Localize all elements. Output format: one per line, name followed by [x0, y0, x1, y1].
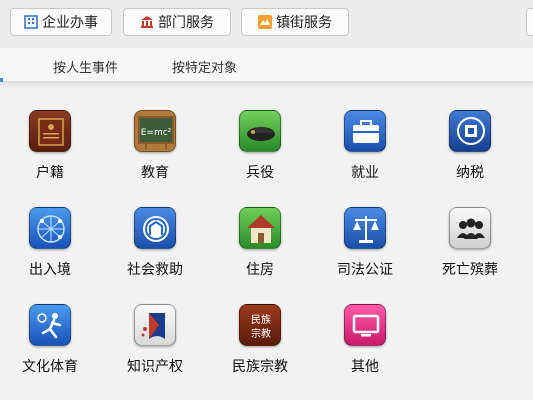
service-item-ethnic-religion[interactable]: 民族 宗教 民族宗教 [210, 304, 310, 384]
town-services-label: 镇街服务 [276, 15, 332, 31]
intellectual-property-icon [134, 304, 176, 346]
service-item-employment[interactable]: 就业 [315, 110, 415, 190]
service-label: 民族宗教 [232, 359, 288, 375]
ethnic-religion-icon: 民族 宗教 [239, 304, 281, 346]
household-register-icon [29, 110, 71, 152]
service-label: 出入境 [29, 262, 71, 278]
monitor-icon [344, 304, 386, 346]
briefcase-icon [344, 110, 386, 152]
service-item-household[interactable]: 户籍 [0, 110, 100, 190]
building-icon [24, 15, 38, 29]
enterprise-affairs-button[interactable]: 企业办事 [10, 8, 112, 36]
top-toolbar: 企业办事 部门服务 镇街服务 [0, 0, 533, 48]
service-label: 知识产权 [127, 359, 183, 375]
service-label: 文化体育 [22, 359, 78, 375]
service-item-housing[interactable]: 住房 [210, 207, 310, 287]
tab-specific-groups[interactable]: 按特定对象 [172, 57, 237, 76]
service-item-immigration[interactable]: 出入境 [0, 207, 100, 287]
ethnic-icon-text-bottom: 宗教 [251, 327, 271, 340]
more-button[interactable] [526, 8, 533, 36]
service-item-culture-sports[interactable]: 文化体育 [0, 304, 100, 384]
military-beret-icon [239, 110, 281, 152]
sport-icon [29, 304, 71, 346]
service-label: 住房 [246, 262, 274, 278]
social-aid-icon [134, 207, 176, 249]
town-services-button[interactable]: 镇街服务 [241, 8, 349, 36]
service-item-ip[interactable]: 知识产权 [105, 304, 205, 384]
divider [0, 82, 533, 88]
service-item-funeral[interactable]: 死亡殡葬 [420, 207, 520, 287]
service-item-judicial[interactable]: 司法公证 [315, 207, 415, 287]
service-label: 兵役 [246, 165, 274, 181]
tab-life-events[interactable]: 按人生事件 [53, 57, 118, 76]
service-item-social-aid[interactable]: 社会救助 [105, 207, 205, 287]
department-services-button[interactable]: 部门服务 [123, 8, 231, 36]
category-tabs: 按人生事件 按特定对象 [0, 48, 533, 82]
service-item-education[interactable]: E=mc² 教育 [105, 110, 205, 190]
svg-text:E=mc²: E=mc² [141, 128, 172, 138]
mourning-people-icon [449, 207, 491, 249]
town-icon [258, 15, 272, 29]
service-item-other[interactable]: 其他 [315, 304, 415, 384]
service-label: 死亡殡葬 [442, 262, 498, 278]
globe-network-icon [29, 207, 71, 249]
department-services-label: 部门服务 [158, 15, 214, 31]
tax-emblem-icon [449, 110, 491, 152]
service-label: 社会救助 [127, 262, 183, 278]
house-icon [239, 207, 281, 249]
service-item-military[interactable]: 兵役 [210, 110, 310, 190]
scales-icon [344, 207, 386, 249]
service-label: 纳税 [456, 165, 484, 181]
enterprise-affairs-label: 企业办事 [42, 15, 98, 31]
service-label: 户籍 [36, 165, 64, 181]
service-label: 教育 [141, 165, 169, 181]
service-item-tax[interactable]: 纳税 [420, 110, 520, 190]
service-label: 其他 [351, 359, 379, 375]
blackboard-icon: E=mc² [134, 110, 176, 152]
ethnic-icon-text-top: 民族 [251, 313, 271, 326]
service-label: 就业 [351, 165, 379, 181]
government-icon [140, 15, 154, 29]
service-label: 司法公证 [337, 262, 393, 278]
